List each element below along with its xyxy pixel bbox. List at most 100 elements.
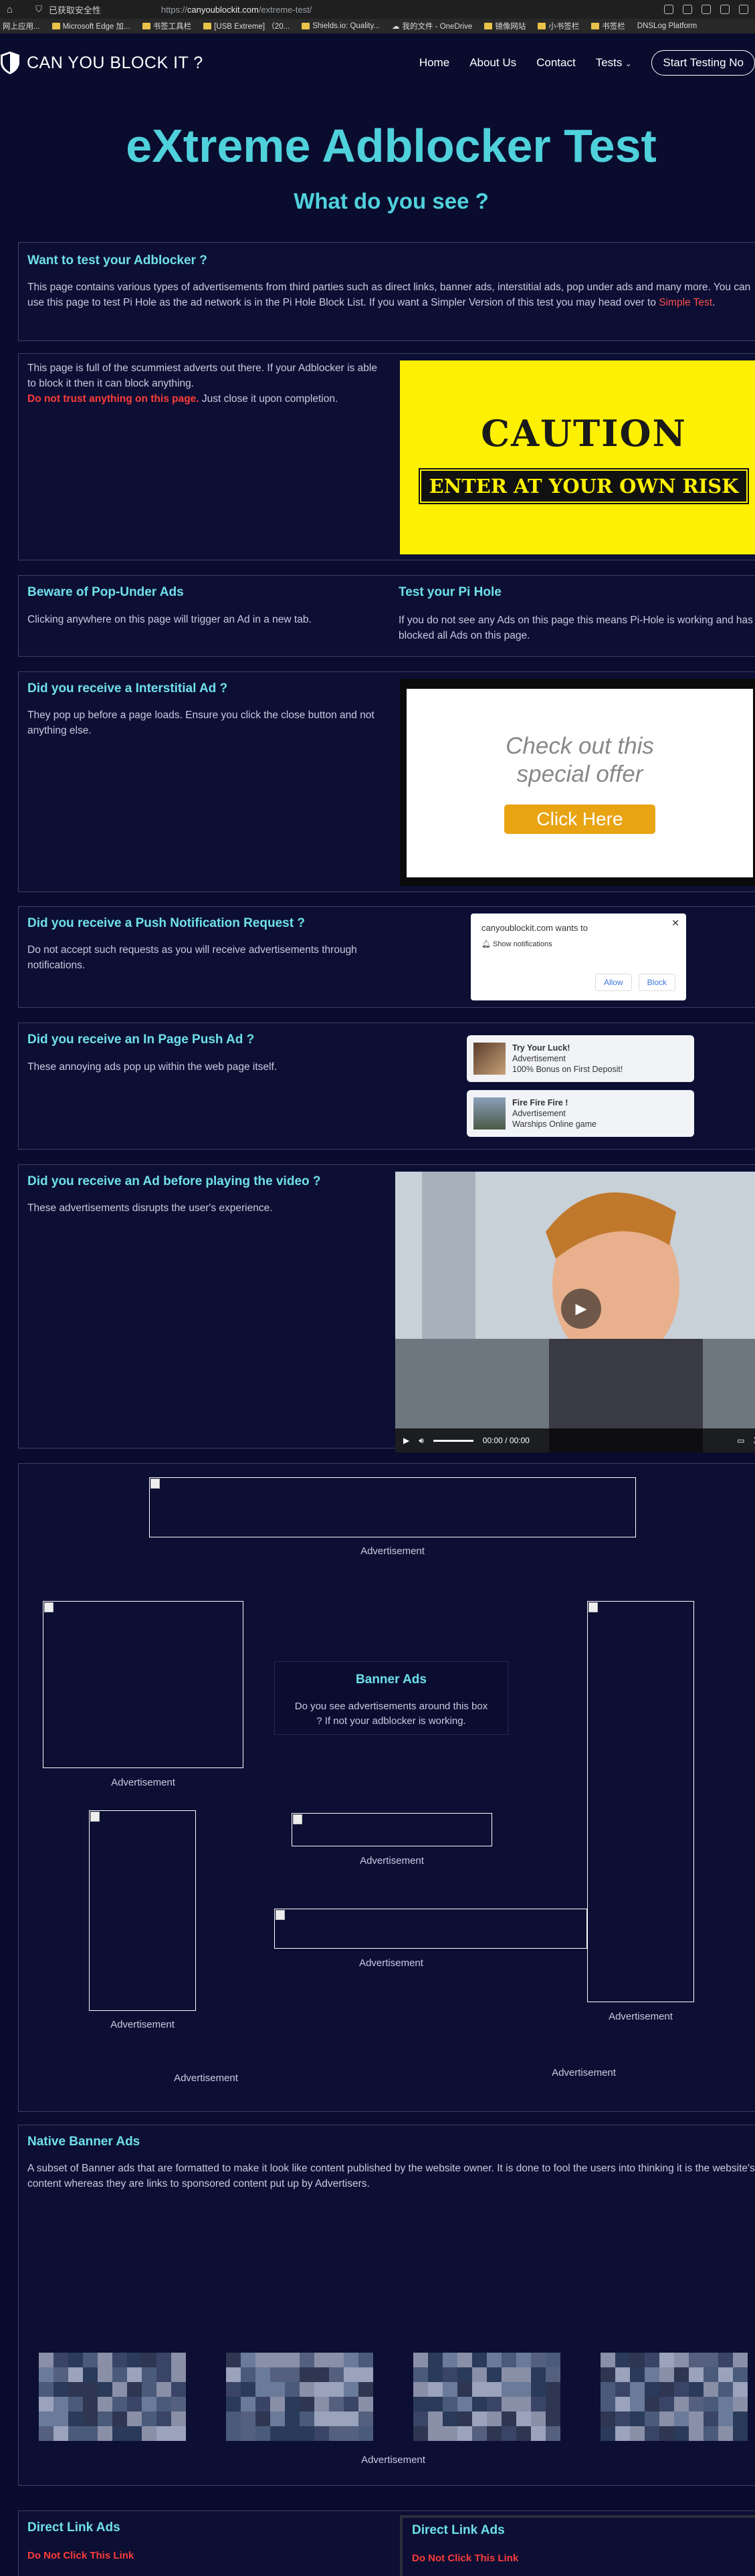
block-button[interactable]: Block <box>638 974 675 991</box>
native-title: Native Banner Ads <box>27 2135 140 2149</box>
reader-icon[interactable] <box>683 5 692 14</box>
popunder-title: Beware of Pop-Under Ads <box>27 585 184 599</box>
pihole-title: Test your Pi Hole <box>399 585 502 599</box>
bookmark-item[interactable]: 镜像网站 <box>484 21 526 31</box>
settings-icon[interactable] <box>739 5 748 14</box>
push-site: canyoublockit.com wants to <box>481 923 588 933</box>
folder-icon <box>484 23 493 29</box>
click-here-button[interactable]: Click Here <box>504 804 655 834</box>
native-text: A subset of Banner ads that are formatte… <box>27 2163 755 2189</box>
banner-ad-slot[interactable] <box>43 1601 243 1768</box>
ad-thumbnail <box>473 1097 506 1130</box>
ad-label: Advertisement <box>360 1545 425 1557</box>
page-title: eXtreme Adblocker Test <box>126 120 657 172</box>
folder-icon <box>51 23 60 29</box>
direct-link-box: Direct Link Ads Do Not Click This Link <box>400 2515 755 2576</box>
interstitial-section: Did you receive a Interstitial Ad ? They… <box>18 671 755 892</box>
collections-icon[interactable] <box>720 5 730 14</box>
address-bar[interactable]: https://canyoublockit.com/extreme-test/ <box>161 5 312 15</box>
bookmark-item[interactable]: [USB Extreme] （20... <box>203 21 290 31</box>
folder-icon <box>142 23 150 29</box>
nav-menu: Home About Us Contact Tests ⌄ Start Test… <box>419 33 755 92</box>
nav-about[interactable]: About Us <box>469 56 516 70</box>
ad-label: Advertisement <box>359 1957 423 1969</box>
video-time: 00:00 / 00:00 <box>482 1436 530 1445</box>
bookmark-item[interactable]: Microsoft Edge 加... <box>51 21 130 31</box>
native-ad-tile[interactable] <box>413 2353 560 2443</box>
video-player[interactable]: ▶ ▶ 🔊︎ 00:00 / 00:00 ▭ ⛶ <box>395 1172 755 1453</box>
home-icon[interactable]: ⌂ <box>7 4 13 15</box>
site-logo[interactable]: CAN YOU BLOCK IT ? <box>0 51 203 75</box>
play-overlay-icon[interactable]: ▶ <box>561 1289 601 1329</box>
bookmark-item[interactable]: DNSLog Platform <box>637 22 697 30</box>
bookmark-item[interactable]: 网上应用... <box>3 21 40 31</box>
folder-icon <box>538 23 546 29</box>
allow-button[interactable]: Allow <box>595 974 632 991</box>
cloud-icon: ☁ <box>391 23 400 31</box>
bookmark-item[interactable]: 小书签栏 <box>538 21 579 31</box>
nav-tests[interactable]: Tests ⌄ <box>596 56 632 70</box>
simple-test-link[interactable]: Simple Test <box>659 297 712 308</box>
nav-home[interactable]: Home <box>419 56 449 70</box>
security-status[interactable]: 已获取安全性 <box>49 3 101 16</box>
banner-section: Advertisement Advertisement Advertisemen… <box>18 1463 755 2112</box>
banner-info-box: Banner Ads Do you see advertisements aro… <box>274 1661 508 1735</box>
intro-section: Want to test your Adblocker ? This page … <box>18 242 755 341</box>
inpage-ad[interactable]: Try Your Luck! Advertisement 100% Bonus on… <box>467 1035 694 1082</box>
banner-box-title: Banner Ads <box>356 1673 427 1687</box>
warning-text: This page is full of the scummiest adver… <box>27 362 377 405</box>
direct-link-2[interactable]: Do Not Click This Link <box>412 2553 755 2564</box>
folder-icon <box>302 23 310 29</box>
video-section: Did you receive an Ad before playing the… <box>18 1164 755 1453</box>
shield-icon <box>1 51 19 74</box>
start-testing-button[interactable]: Start Testing No <box>651 50 755 76</box>
ad-label: Advertisement <box>111 1777 175 1788</box>
logo-text: CAN YOU BLOCK IT ? <box>27 53 203 72</box>
push-section: Did you receive a Push Notification Requ… <box>18 906 755 1008</box>
inpage-ad[interactable]: Fire Fire Fire ! Advertisement Warships On… <box>467 1090 694 1137</box>
caution-banner[interactable]: CAUTION ENTER AT YOUR OWN RISK <box>400 360 755 554</box>
intro-title: Want to test your Adblocker ? <box>27 253 207 267</box>
interstitial-text: They pop up before a page loads. Ensure … <box>27 710 374 736</box>
ad-label: Advertisement <box>174 2072 238 2084</box>
popunder-text: Clicking anywhere on this page will trig… <box>27 614 312 625</box>
folder-icon <box>203 23 212 29</box>
bookmark-item[interactable]: Shields.io: Quality... <box>302 22 380 30</box>
nav-contact[interactable]: Contact <box>536 56 576 70</box>
close-icon[interactable]: ✕ <box>671 918 679 929</box>
banner-ad-slot[interactable] <box>292 1813 492 1846</box>
play-icon[interactable]: ▶ <box>403 1436 409 1445</box>
ad-label: Advertisement <box>609 2011 673 2022</box>
native-ad-tile[interactable] <box>226 2353 373 2443</box>
browser-toolbar: ⌂ ⛉ 已获取安全性 https://canyoublockit.com/ext… <box>0 0 755 19</box>
pihole-text: If you do not see any Ads on this page t… <box>399 615 753 641</box>
video-text: These advertisements disrupts the user's… <box>27 1202 273 1214</box>
captions-icon[interactable]: ▭ <box>737 1436 744 1445</box>
banner-ad-slot[interactable] <box>274 1909 587 1949</box>
ad-thumbnail <box>473 1043 506 1075</box>
bookmark-item[interactable]: ☁ 我的文件 - OneDrive <box>392 21 472 31</box>
banner-ad-slot[interactable] <box>89 1810 196 2011</box>
bell-icon: 🔔︎ <box>481 940 491 948</box>
ad-label: Advertisement <box>110 2019 175 2030</box>
volume-icon[interactable]: 🔊︎ <box>419 1436 424 1446</box>
banner-ad-slot[interactable] <box>149 1477 636 1537</box>
direct-title-2: Direct Link Ads <box>412 2523 505 2537</box>
bookmark-item[interactable]: 书签栏 <box>591 21 625 31</box>
site-header: CAN YOU BLOCK IT ? Home About Us Contact… <box>0 33 755 92</box>
page-subtitle: What do you see ? <box>294 189 489 213</box>
favorite-icon[interactable] <box>702 5 711 14</box>
bookmarks-bar: 网上应用... Microsoft Edge 加... 书签工具栏 [USB E… <box>0 19 755 33</box>
video-controls: ▶ 🔊︎ 00:00 / 00:00 ▭ ⛶ <box>395 1428 755 1453</box>
banner-ad-slot[interactable] <box>587 1601 694 2002</box>
ad-label: Advertisement <box>361 2454 425 2466</box>
bookmark-item[interactable]: 书签工具栏 <box>142 21 191 31</box>
volume-slider[interactable] <box>433 1439 473 1442</box>
native-ad-tile[interactable] <box>39 2353 186 2443</box>
interstitial-ad[interactable]: ✕ Check out this special offer Click Her… <box>400 679 755 886</box>
warning-section: This page is full of the scummiest adver… <box>18 353 755 560</box>
shield-lock-icon[interactable]: ⛉ <box>35 4 42 15</box>
native-ad-tile[interactable] <box>601 2353 748 2443</box>
ad-label: Advertisement <box>360 1855 424 1866</box>
extension-icon[interactable] <box>664 5 673 14</box>
